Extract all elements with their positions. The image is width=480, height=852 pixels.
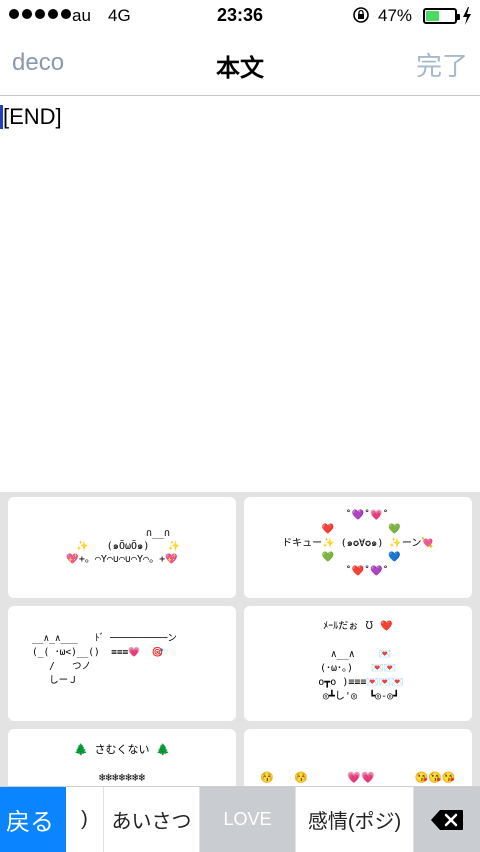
battery-percent: 47%: [378, 6, 413, 25]
rotation-lock-icon: [353, 7, 369, 23]
tab-partial-label: ): [81, 808, 88, 830]
delete-button[interactable]: [414, 787, 480, 852]
back-button[interactable]: 戻る: [0, 787, 66, 852]
editor-text: [END]: [3, 104, 62, 129]
kaomoji-card-3[interactable]: __∧_∧___ ﾄﾞ ──────────ン (_( ･ω<)__() ≡≡≡…: [8, 606, 236, 721]
back-button-label: 戻る: [6, 809, 54, 836]
kaomoji-art-5: 🌲 さむくない 🌲 ❄❄❄❄❄❄❄: [74, 743, 170, 784]
backspace-icon: [431, 809, 463, 830]
body-text-editor[interactable]: [END]: [0, 97, 480, 492]
kaomoji-art-2: ˚💜˚💗˚ ❤️ 💚 ドキュー✨ (๑✪∀✪๑) ✨ーン💘 💚 💙 ˚❤️˚💜˚: [282, 510, 434, 577]
charging-bolt-icon: [463, 7, 471, 25]
tab-emotion-label: 感情(ポジ): [307, 811, 402, 833]
status-bar: au 4G 23:36 47%: [0, 0, 480, 32]
tab-partial[interactable]: ): [66, 787, 104, 852]
kaomoji-art-1: ∩__∩ ✨ (๑ÕωÕ๑) ✨ 💖+。⌒Y⌒∪⌒∪⌒Y⌒。+💖: [66, 528, 180, 565]
kaomoji-card-1[interactable]: ∩__∩ ✨ (๑ÕωÕ๑) ✨ 💖+。⌒Y⌒∪⌒∪⌒Y⌒。+💖: [8, 497, 236, 598]
kaomoji-card-2[interactable]: ˚💜˚💗˚ ❤️ 💚 ドキュー✨ (๑✪∀✪๑) ✨ーン💘 💚 💙 ˚❤️˚💜˚: [244, 497, 472, 598]
kaomoji-card-4[interactable]: ﾒｰﾙだぉ ℧ ❤️ ∧__∧ 💌 (･ω･。) 💌💌 o┳o )≡≡≡💌💌💌 …: [244, 606, 472, 721]
tab-love[interactable]: LOVE: [200, 787, 296, 852]
tab-emotion-positive[interactable]: 感情(ポジ): [296, 787, 414, 852]
tab-love-label: LOVE: [223, 809, 272, 829]
tab-greeting-label: あいさつ: [111, 811, 192, 833]
battery-icon: [423, 8, 460, 24]
kaomoji-art-4: ﾒｰﾙだぉ ℧ ❤️ ∧__∧ 💌 (･ω･。) 💌💌 o┳o )≡≡≡💌💌💌 …: [318, 621, 404, 702]
tab-greeting[interactable]: あいさつ: [104, 787, 200, 852]
deco-panel[interactable]: ∩__∩ ✨ (๑ÕωÕ๑) ✨ 💖+。⌒Y⌒∪⌒∪⌒Y⌒。+💖 ˚💜˚💗˚ ❤…: [0, 492, 480, 786]
kaomoji-art-6: 😚 😚 💗💗 😘😘😘: [260, 771, 456, 784]
kaomoji-card-6[interactable]: 😚 😚 💗💗 😘😘😘: [244, 729, 472, 786]
kaomoji-art-3: __∧_∧___ ﾄﾞ ──────────ン (_( ･ω<)__() ≡≡≡…: [32, 633, 177, 686]
category-tab-bar: 戻る ) あいさつ LOVE 感情(ポジ): [0, 786, 480, 852]
done-button[interactable]: 完了: [416, 46, 468, 83]
page-title: 本文: [216, 55, 264, 82]
navigation-bar: deco 本文 完了: [0, 32, 480, 96]
kaomoji-card-5[interactable]: 🌲 さむくない 🌲 ❄❄❄❄❄❄❄: [8, 729, 236, 786]
